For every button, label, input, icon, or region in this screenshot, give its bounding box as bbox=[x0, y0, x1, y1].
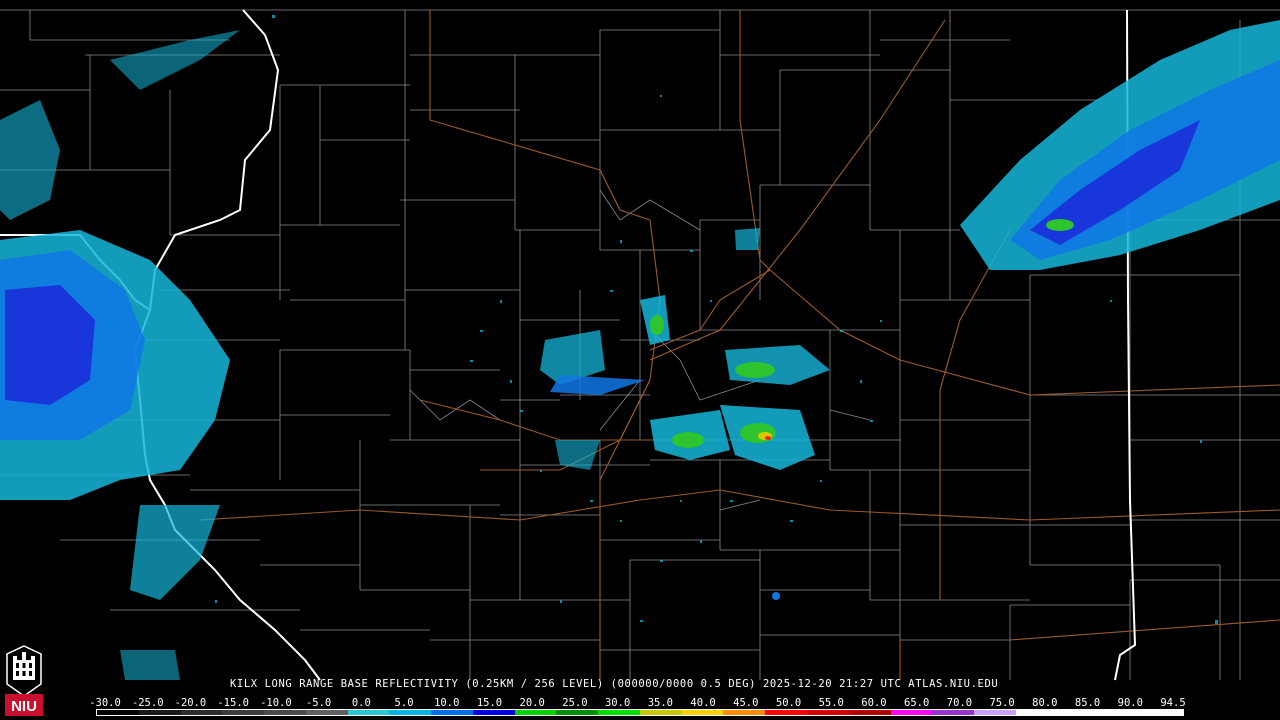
radar-view: KILX LONG RANGE BASE REFLECTIVITY (0.25K… bbox=[0, 0, 1280, 720]
legend-swatch bbox=[431, 710, 473, 715]
legend-swatch bbox=[848, 710, 891, 715]
legend-swatch bbox=[347, 710, 390, 715]
legend-tick-label: -10.0 bbox=[260, 697, 292, 709]
legend-swatch bbox=[807, 710, 849, 715]
product-caption: KILX LONG RANGE BASE REFLECTIVITY (0.25K… bbox=[230, 678, 999, 690]
legend-swatch bbox=[639, 710, 682, 715]
legend-swatch bbox=[1141, 710, 1183, 715]
legend-tick-label: 50.0 bbox=[775, 697, 802, 709]
legend-swatch bbox=[974, 710, 1016, 715]
legend-swatch bbox=[305, 710, 348, 715]
legend-swatch bbox=[932, 710, 975, 715]
legend-swatch bbox=[1099, 710, 1142, 715]
legend-tick-label: 0.0 bbox=[351, 697, 371, 709]
legend-swatch bbox=[556, 710, 599, 715]
legend-swatch bbox=[890, 710, 933, 715]
legend-tick-label: 20.0 bbox=[519, 697, 545, 709]
legend-swatch bbox=[180, 710, 223, 715]
legend-tick-label: 40.0 bbox=[690, 697, 716, 709]
legend-tick-label: 25.0 bbox=[562, 697, 588, 709]
legend-swatch bbox=[681, 710, 724, 715]
legend-swatch bbox=[389, 710, 432, 715]
legend-tick-label: 80.0 bbox=[1032, 697, 1058, 709]
logo-text: NIU bbox=[11, 698, 37, 715]
legend-tick-label: -15.0 bbox=[217, 697, 249, 709]
legend-tick-label: -30.0 bbox=[89, 697, 121, 709]
legend-tick-label: -20.0 bbox=[174, 697, 207, 709]
legend-swatch bbox=[97, 710, 139, 715]
legend-tick-label: 90.0 bbox=[1117, 697, 1143, 709]
reflectivity-color-scale bbox=[96, 709, 1184, 716]
legend-tick-label: 10.0 bbox=[434, 697, 460, 709]
legend-tick-labels: -30.0 -25.0 -20.0 -15.0 -10.0 -5.0 0.0 5.0 10.0 1… bbox=[89, 697, 1195, 709]
legend-tick-label: -5.0 bbox=[305, 697, 332, 709]
legend-tick-label: 60.0 bbox=[861, 697, 887, 709]
legend-tick-label: 45.0 bbox=[733, 697, 759, 709]
legend-swatch bbox=[264, 710, 306, 715]
legend-swatch bbox=[514, 710, 557, 715]
legend-tick-label: 55.0 bbox=[818, 697, 844, 709]
legend-tick-label: 35.0 bbox=[647, 697, 674, 709]
niu-logo: NIU bbox=[5, 645, 43, 716]
radar-map bbox=[0, 9, 1280, 681]
legend-swatch bbox=[598, 710, 640, 715]
legend-swatch bbox=[723, 710, 766, 715]
legend-swatch bbox=[472, 710, 515, 715]
legend-swatch bbox=[1015, 710, 1058, 715]
legend-swatch bbox=[1057, 710, 1100, 715]
legend-tick-label: -25.0 bbox=[131, 697, 164, 709]
legend-tick-label: 75.0 bbox=[989, 697, 1015, 709]
legend-tick-label: 5.0 bbox=[394, 697, 414, 709]
legend-swatch bbox=[222, 710, 265, 715]
legend-tick-label: 30.0 bbox=[604, 697, 631, 709]
legend-tick-label: 15.0 bbox=[476, 697, 503, 709]
radar-speckle bbox=[215, 15, 1218, 624]
legend-tick-label: 70.0 bbox=[946, 697, 973, 709]
legend-tick-label: 94.5 bbox=[1160, 697, 1186, 709]
legend-swatch bbox=[765, 710, 808, 715]
legend-swatch bbox=[138, 710, 181, 715]
legend-tick-label: 65.0 bbox=[904, 697, 930, 709]
legend-tick-label: 85.0 bbox=[1074, 697, 1101, 709]
